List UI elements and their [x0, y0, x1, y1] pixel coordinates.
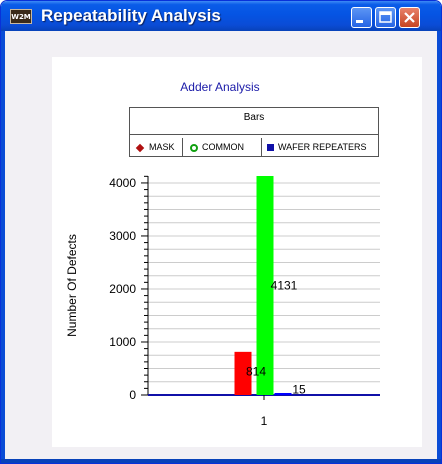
y-tick-label: 3000 — [109, 229, 136, 243]
data-label-mask: 814 — [246, 364, 266, 378]
y-axis-label: Number Of Defects — [65, 234, 79, 337]
y-tick-label: 0 — [129, 388, 136, 402]
chart-plot: 0 1000 2000 3000 4000 Number Of Defects 814 413… — [65, 175, 380, 428]
data-label-common: 4131 — [271, 279, 298, 293]
x-tick-label: 1 — [261, 414, 268, 428]
y-tick-label: 4000 — [109, 176, 136, 190]
bar-wafer-repeaters — [274, 393, 292, 395]
data-label-wafer-repeaters: 15 — [292, 382, 306, 396]
y-tick-label: 2000 — [109, 282, 136, 296]
y-tick-label: 1000 — [109, 335, 136, 349]
